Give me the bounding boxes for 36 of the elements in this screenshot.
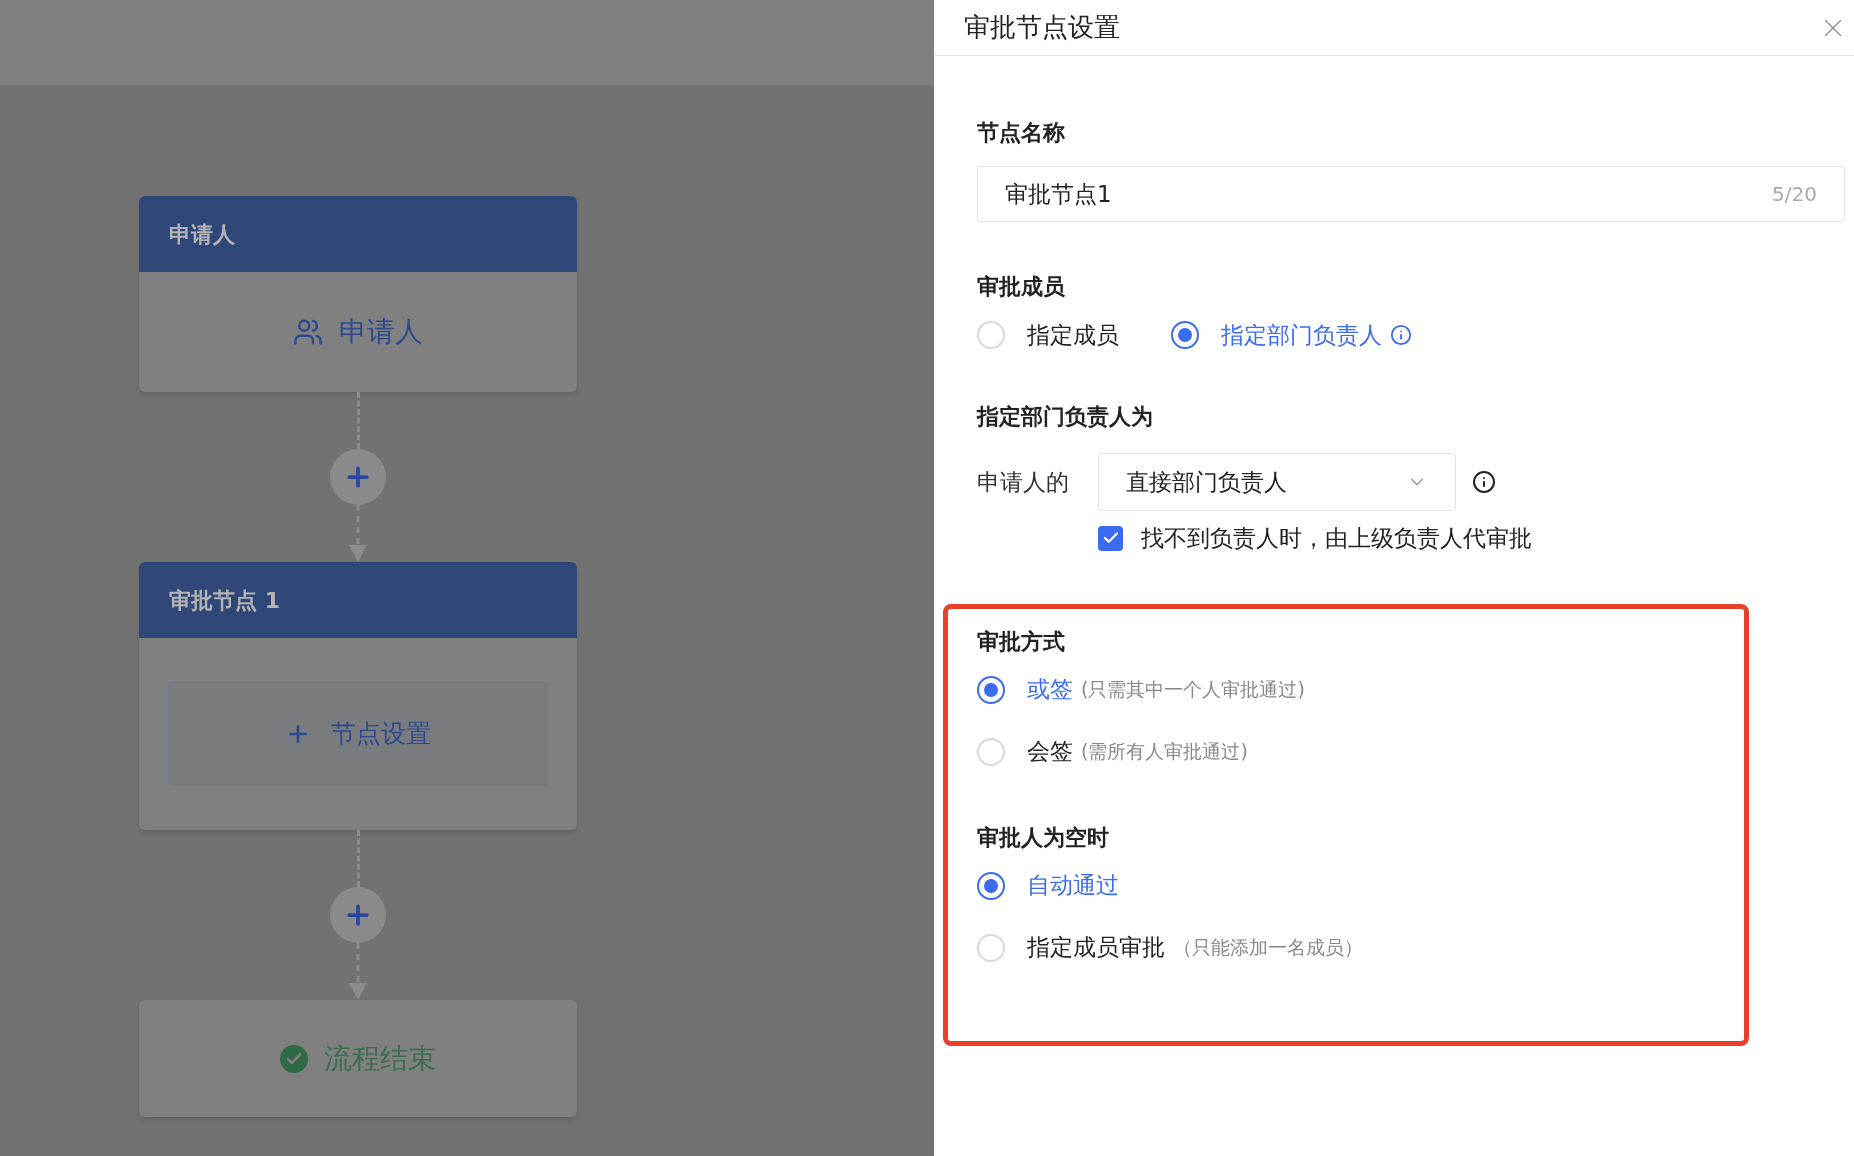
radio-button[interactable] — [977, 871, 1005, 900]
section-heading: 指定部门负责人为 — [977, 406, 1154, 428]
radio-button[interactable] — [977, 675, 1005, 704]
checkbox[interactable] — [1098, 525, 1123, 551]
node-label: 申请人 — [339, 314, 423, 350]
section-heading: 审批方式 — [977, 630, 1066, 653]
option-label[interactable]: 会签 — [1027, 734, 1073, 769]
option-hint: （只能添加一名成员） — [1173, 935, 1363, 961]
option-label[interactable]: 自动通过 — [1027, 868, 1119, 903]
info-icon[interactable] — [1472, 470, 1496, 494]
field-label: 申请人的 — [977, 467, 1070, 497]
node-header: 申请人 — [139, 196, 577, 272]
arrow-connector — [348, 943, 368, 1000]
node-header: 审批节点 1 — [139, 562, 577, 638]
section-heading: 节点名称 — [977, 122, 1066, 144]
option-hint: (需所有人审批通过) — [1081, 739, 1248, 765]
node-name-field[interactable]: 审批节点1 5/20 — [977, 166, 1845, 222]
option-label[interactable]: 指定成员审批 — [1027, 930, 1165, 965]
users-icon — [293, 317, 323, 347]
option-hint: (只需其中一个人审批通过) — [1081, 677, 1305, 703]
char-counter: 5/20 — [1772, 181, 1817, 208]
add-node-button[interactable] — [330, 887, 386, 943]
section-heading: 审批成员 — [977, 276, 1066, 298]
checkbox-label[interactable]: 找不到负责人时，由上级负责人代审批 — [1141, 521, 1532, 556]
drawer-title: 审批节点设置 — [964, 11, 1120, 44]
node-label: 流程结束 — [324, 1040, 436, 1077]
option-label[interactable]: 或签 — [1027, 672, 1073, 707]
flow-node-card[interactable]: 审批节点 1 节点设置 — [139, 562, 577, 830]
section-heading: 审批人为空时 — [977, 826, 1110, 849]
arrow-connector — [348, 505, 368, 562]
add-node-button[interactable] — [330, 449, 386, 505]
option-label[interactable]: 指定部门负责人 — [1221, 317, 1382, 353]
select-field[interactable]: 直接部门负责人 — [1098, 453, 1456, 511]
radio-button[interactable] — [1171, 321, 1199, 349]
option-label[interactable]: 指定成员 — [1027, 317, 1119, 353]
flow-node-card[interactable]: 申请人 申请人 — [139, 196, 577, 392]
